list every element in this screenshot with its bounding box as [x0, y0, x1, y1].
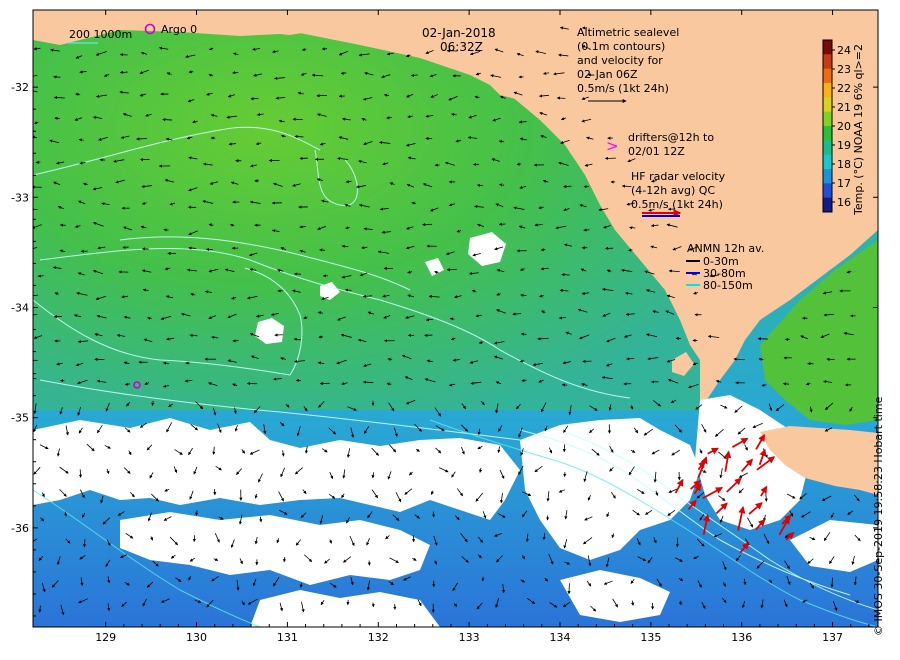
y-tick-label: -36	[11, 522, 29, 535]
temperature-colorbar: 24 23 22 21 20 19 18 17 16	[822, 39, 851, 213]
velocity-arrow	[344, 288, 352, 292]
colorbar-tick-label: 17	[837, 177, 851, 190]
colorbar-swatch	[823, 54, 832, 70]
colorbar-swatch	[823, 126, 832, 141]
velocity-arrow	[53, 75, 61, 79]
colorbar-tick-label: 22	[837, 82, 851, 95]
x-tick-label: 135	[640, 631, 661, 644]
depth-legend: 200 1000m	[68, 28, 132, 44]
colorbar-tick-label: 20	[837, 120, 851, 133]
velocity-arrow	[192, 535, 196, 543]
map-time: 06:32Z	[440, 40, 483, 54]
x-tick-label: 132	[368, 631, 389, 644]
velocity-arrow	[422, 223, 433, 227]
drifters-line-2: 02/01 12Z	[628, 145, 685, 158]
colorbar-tick-label: 18	[837, 158, 851, 171]
x-tick-label: 129	[95, 631, 116, 644]
altimetry-line-4: 02-Jan 06Z	[577, 68, 638, 81]
colorbar-swatch	[823, 40, 832, 55]
velocity-arrow	[537, 337, 549, 341]
x-tick-label: 131	[277, 631, 298, 644]
hf-radar-line-3: 0.5m/s (1kt 24h)	[631, 198, 723, 211]
anmn-item-3: 80-150m	[703, 279, 753, 292]
argo-legend-label: Argo 0	[161, 23, 197, 36]
depth-legend-label: 200 1000m	[69, 28, 132, 41]
colorbar-swatch	[823, 68, 832, 84]
velocity-arrow	[119, 53, 128, 57]
velocity-arrow	[122, 245, 129, 249]
anmn-title: ANMN 12h av.	[687, 242, 764, 255]
x-tick-label: 137	[822, 631, 843, 644]
x-tick-label: 130	[186, 631, 207, 644]
velocity-arrow	[318, 335, 324, 339]
colorbar-tick-label: 21	[837, 101, 851, 114]
x-tick-label: 133	[459, 631, 480, 644]
colorbar-tick-label: 16	[837, 196, 851, 209]
sst-map: 129 130 131 132 133 134 135 136 137 -32 -33 -34 -35…	[11, 9, 879, 644]
velocity-arrow	[294, 134, 304, 139]
y-tick-label: -35	[11, 412, 29, 425]
x-tick-label: 134	[549, 631, 570, 644]
colorbar-tick-label: 19	[837, 139, 851, 152]
colorbar-tick-label: 24	[837, 44, 851, 57]
colorbar-swatch	[823, 83, 832, 98]
colorbar-tick-label: 23	[837, 63, 851, 76]
velocity-arrow	[519, 359, 525, 363]
hf-radar-line-1: HF radar velocity	[631, 170, 726, 183]
map-date: 02-Jan-2018	[422, 26, 496, 40]
colorbar-swatch	[823, 111, 832, 127]
colorbar-swatch	[823, 169, 832, 184]
colorbar-swatch	[823, 140, 832, 156]
velocity-arrow	[449, 317, 455, 321]
x-tick-label: 136	[731, 631, 752, 644]
colorbar-swatch	[823, 197, 832, 213]
colorbar-swatch	[823, 154, 832, 170]
drifters-line-1: drifters@12h to	[628, 131, 714, 144]
altimetry-line-2: (0.1m contours)	[577, 40, 665, 53]
altimetry-line-1: Altimetric sealevel	[577, 26, 679, 39]
hf-radar-line-2: (4-12h avg) QC	[631, 184, 715, 197]
velocity-arrow	[629, 226, 636, 230]
colorbar-swatch	[823, 97, 832, 113]
y-tick-label: -34	[11, 301, 29, 314]
y-tick-label: -33	[11, 191, 29, 204]
colorbar-label: Temp. (°C) NOAA 19 6% ql>=2	[852, 44, 865, 216]
imos-credit: © IMOS 30-Sep-2019 19:58:23 Hobart time	[872, 396, 885, 636]
altimetry-line-5: 0.5m/s (1kt 24h)	[577, 82, 669, 95]
hf-radar-legend: HF radar velocity (4-12h avg) QC 0.5m/s …	[631, 170, 726, 217]
velocity-arrow	[299, 156, 308, 160]
drifter-symbol: >	[606, 137, 619, 155]
altimetry-line-3: and velocity for	[577, 54, 663, 67]
velocity-arrow	[516, 162, 522, 166]
colorbar-swatch	[823, 183, 832, 199]
y-tick-label: -32	[11, 81, 29, 94]
